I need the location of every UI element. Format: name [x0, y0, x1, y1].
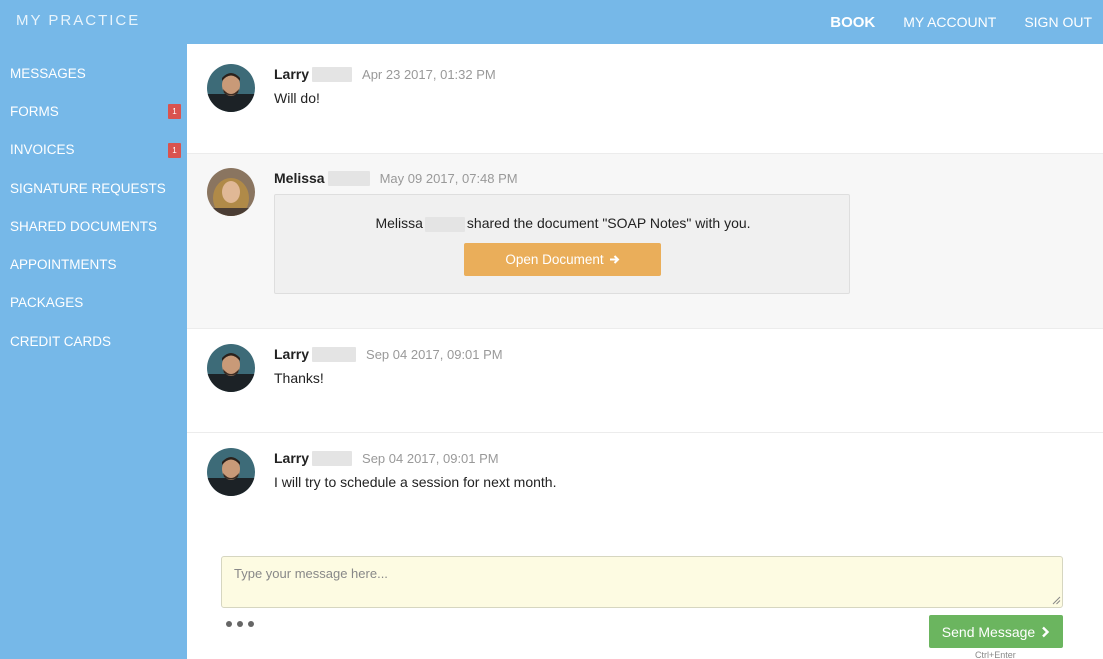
- sidebar-item-invoices[interactable]: INVOICES 1: [0, 131, 187, 169]
- sender-name: Larry: [274, 346, 310, 362]
- message-header: Melissa May 09 2017, 07:48 PM: [274, 170, 518, 186]
- sidebar-item-label: SHARED DOCUMENTS: [10, 218, 158, 234]
- message-item: Larry Sep 04 2017, 09:01 PM I will try t…: [187, 433, 1103, 533]
- nav-my-account[interactable]: MY ACCOUNT: [903, 14, 996, 30]
- open-document-button[interactable]: Open Document: [464, 243, 661, 276]
- keyboard-shortcut-hint: Ctrl+Enter: [975, 650, 1016, 659]
- nav-book[interactable]: BOOK: [830, 14, 875, 31]
- sidebar-item-appointments[interactable]: APPOINTMENTS: [0, 245, 187, 283]
- message-timestamp: Sep 04 2017, 09:01 PM: [362, 450, 499, 466]
- sidebar-item-label: CREDIT CARDS: [10, 333, 112, 349]
- message-text: Will do!: [274, 90, 320, 106]
- resize-handle-icon[interactable]: [1052, 596, 1061, 605]
- shared-document-card: Melissa shared the document "SOAP Notes" …: [274, 194, 850, 294]
- redacted-surname: [327, 170, 370, 186]
- dot: [226, 621, 232, 627]
- count-badge: 1: [168, 104, 181, 120]
- avatar: [207, 168, 255, 216]
- message-item: Larry Sep 04 2017, 09:01 PM Thanks!: [187, 329, 1103, 433]
- avatar-larry-image: [207, 344, 255, 392]
- redacted-surname: [312, 346, 357, 362]
- chevron-right-icon: [1042, 626, 1050, 637]
- avatar-melissa-image: [207, 168, 255, 216]
- sidebar-item-messages[interactable]: MESSAGES: [0, 54, 187, 92]
- sidebar-item-signature-requests[interactable]: SIGNATURE REQUESTS: [0, 169, 187, 207]
- avatar-larry-image: [207, 64, 255, 112]
- sidebar-item-label: FORMS: [10, 103, 59, 119]
- avatar: [207, 344, 255, 392]
- sharer-name: Melissa: [375, 215, 423, 231]
- sender-name: Larry: [274, 66, 310, 82]
- sidebar-item-label: INVOICES: [10, 142, 75, 158]
- message-text: Thanks!: [274, 370, 324, 386]
- top-nav: BOOK MY ACCOUNT SIGN OUT: [830, 0, 1092, 44]
- sidebar-item-shared-documents[interactable]: SHARED DOCUMENTS: [0, 207, 187, 245]
- message-header: Larry Sep 04 2017, 09:01 PM: [274, 450, 499, 466]
- message-item: Melissa May 09 2017, 07:48 PM Melissa sha…: [187, 154, 1103, 329]
- sidebar-item-label: PACKAGES: [10, 295, 84, 311]
- top-bar: MY PRACTICE BOOK MY ACCOUNT SIGN OUT: [0, 0, 1103, 44]
- sidebar-item-label: APPOINTMENTS: [10, 257, 117, 273]
- dot: [248, 621, 254, 627]
- send-message-button[interactable]: Send Message: [929, 615, 1063, 648]
- brand-logo[interactable]: MY PRACTICE: [16, 12, 140, 29]
- sidebar-item-label: MESSAGES: [10, 65, 86, 81]
- redacted-surname: [424, 216, 465, 232]
- message-input[interactable]: [221, 556, 1063, 608]
- sidebar-item-credit-cards[interactable]: CREDIT CARDS: [0, 322, 187, 360]
- share-description: shared the document "SOAP Notes" with yo…: [466, 215, 751, 231]
- arrow-right-icon: [609, 255, 620, 264]
- sidebar-item-label: SIGNATURE REQUESTS: [10, 180, 166, 196]
- send-message-label: Send Message: [941, 623, 1036, 640]
- open-document-label: Open Document: [505, 252, 604, 267]
- message-item: Larry Apr 23 2017, 01:32 PM Will do!: [187, 44, 1103, 154]
- sidebar-item-packages[interactable]: PACKAGES: [0, 284, 187, 322]
- message-timestamp: Sep 04 2017, 09:01 PM: [366, 346, 503, 362]
- redacted-surname: [312, 450, 353, 466]
- message-header: Larry Apr 23 2017, 01:32 PM: [274, 66, 496, 82]
- avatar: [207, 448, 255, 496]
- message-timestamp: May 09 2017, 07:48 PM: [379, 170, 518, 186]
- avatar: [207, 64, 255, 112]
- sender-name: Larry: [274, 450, 310, 466]
- redacted-surname: [312, 66, 353, 82]
- message-text: I will try to schedule a session for nex…: [274, 474, 557, 490]
- sender-name: Melissa: [274, 170, 325, 186]
- sidebar: MESSAGES FORMS 1 INVOICES 1 SIGNATURE RE…: [0, 44, 187, 659]
- shared-document-text: Melissa shared the document "SOAP Notes" …: [275, 215, 851, 232]
- nav-sign-out[interactable]: SIGN OUT: [1024, 14, 1092, 30]
- avatar-larry-image: [207, 448, 255, 496]
- count-badge: 1: [168, 142, 181, 158]
- message-timestamp: Apr 23 2017, 01:32 PM: [362, 66, 496, 82]
- sidebar-item-forms[interactable]: FORMS 1: [0, 92, 187, 130]
- dot: [237, 621, 243, 627]
- message-header: Larry Sep 04 2017, 09:01 PM: [274, 346, 503, 362]
- more-options-icon[interactable]: [226, 621, 254, 627]
